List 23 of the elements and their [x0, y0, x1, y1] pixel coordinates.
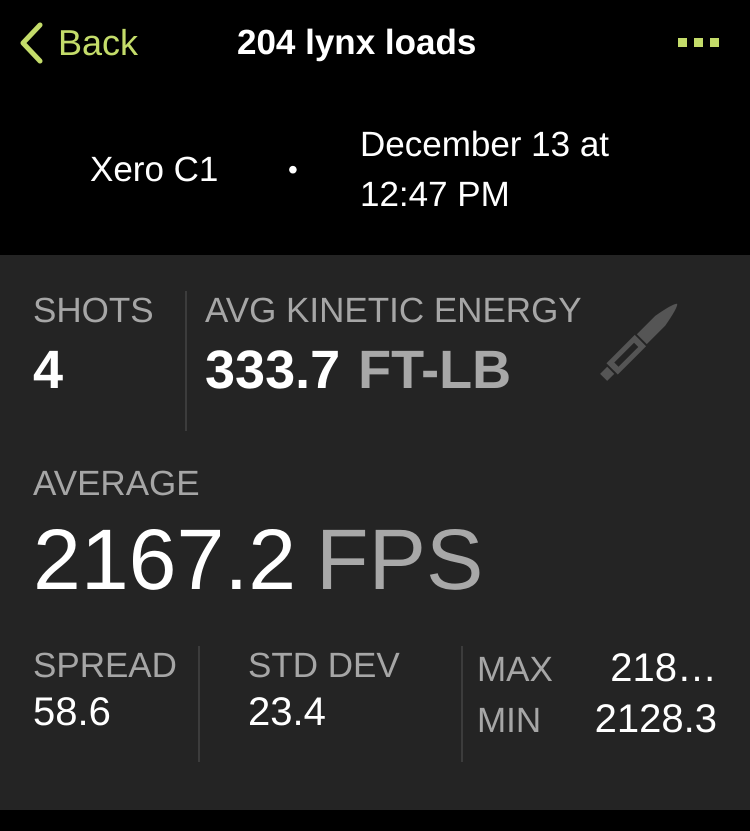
range-label: MAX	[477, 650, 553, 690]
average-unit: FPS	[316, 511, 484, 610]
stat-value: 23.4	[248, 690, 327, 735]
average-label: AVERAGE	[33, 464, 201, 504]
range-value: 2128.3	[594, 697, 717, 742]
back-button[interactable]: Back	[18, 20, 138, 64]
screen-title: 204 lynx loads	[237, 22, 476, 62]
device-name: Xero C1	[90, 150, 220, 190]
stat-label: STD DEV	[248, 646, 401, 686]
range-value: 218…	[610, 646, 717, 691]
session-date: December 13 at 12:47 PM	[360, 124, 610, 216]
shots-label: SHOTS	[33, 291, 155, 331]
range-label: MIN	[477, 701, 542, 741]
stat-label: SPREAD	[33, 646, 178, 686]
average-value: 2167.2	[33, 511, 296, 610]
energy-value: 333.7	[205, 339, 340, 401]
chevron-left-icon	[18, 20, 44, 64]
separator-dot: •	[288, 154, 299, 186]
stat-value: 58.6	[33, 690, 112, 735]
more-icon[interactable]	[678, 38, 720, 48]
energy-unit: FT-LB	[358, 339, 512, 401]
energy-label: AVG KINETIC ENERGY	[205, 291, 583, 331]
shots-value: 4	[33, 339, 64, 401]
